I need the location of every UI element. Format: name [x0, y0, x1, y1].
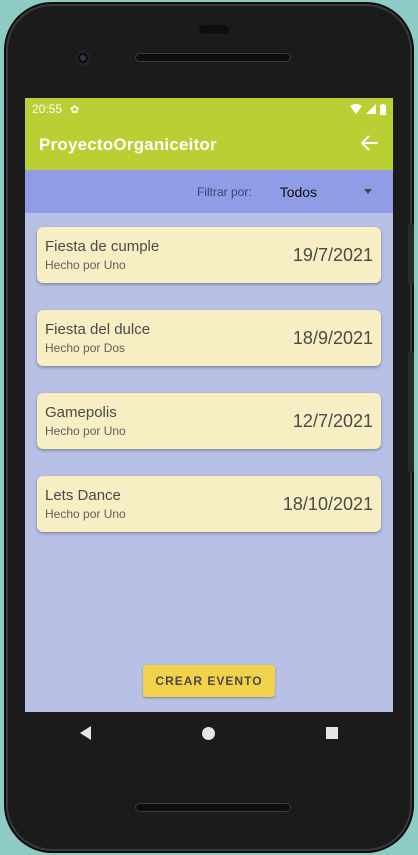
- app-title: ProyectoOrganiceitor: [39, 135, 217, 154]
- arrow-back-icon[interactable]: [360, 134, 379, 157]
- event-date: 19/7/2021: [292, 244, 373, 265]
- event-name: Gamepolis: [45, 404, 117, 421]
- event-author: Hecho por Dos: [45, 341, 126, 355]
- status-icons: [350, 103, 386, 115]
- app-screen: 20:55 ✿ ProyectoOrganiceitor Filtrar por…: [25, 98, 393, 712]
- app-bar: ProyectoOrganiceitor: [25, 120, 393, 170]
- event-card[interactable]: Gamepolis Hecho por Uno 12/7/2021: [37, 393, 381, 449]
- status-bar: 20:55 ✿: [25, 98, 393, 120]
- event-name: Lets Dance: [45, 487, 121, 504]
- sensor: [199, 25, 229, 34]
- dropdown-caret-icon: [363, 189, 372, 194]
- event-card[interactable]: Fiesta de cumple Hecho por Uno 19/7/2021: [37, 227, 381, 283]
- signal-icon: [366, 104, 376, 114]
- event-name: Fiesta del dulce: [45, 321, 151, 338]
- event-author: Hecho por Uno: [45, 424, 126, 438]
- event-name: Fiesta de cumple: [45, 238, 160, 255]
- filter-label: Filtrar por:: [197, 184, 252, 199]
- event-author: Hecho por Uno: [45, 258, 126, 272]
- filter-selected-value: Todos: [279, 183, 318, 200]
- gear-icon: ✿: [70, 103, 80, 116]
- earpiece-speaker: [135, 53, 291, 62]
- bottom-speaker: [135, 803, 291, 812]
- event-date: 12/7/2021: [292, 410, 373, 431]
- nav-home-icon[interactable]: [201, 726, 215, 740]
- nav-back-icon[interactable]: [80, 726, 92, 740]
- system-nav-bar: [25, 712, 393, 754]
- event-list: Fiesta de cumple Hecho por Uno 19/7/2021…: [25, 227, 393, 532]
- event-date: 18/9/2021: [292, 327, 373, 348]
- create-event-button[interactable]: CREAR EVENTO: [143, 665, 275, 697]
- event-card[interactable]: Lets Dance Hecho por Uno 18/10/2021: [37, 476, 381, 532]
- event-author: Hecho por Uno: [45, 507, 126, 521]
- volume-button: [408, 352, 414, 472]
- nav-recents-icon[interactable]: [325, 727, 338, 739]
- filter-bar: Filtrar por: Todos: [25, 170, 393, 213]
- event-card[interactable]: Fiesta del dulce Hecho por Dos 18/9/2021: [37, 310, 381, 366]
- event-date: 18/10/2021: [282, 493, 373, 514]
- power-button: [408, 224, 414, 284]
- wifi-icon: [350, 104, 362, 114]
- filter-dropdown[interactable]: Todos: [280, 184, 380, 200]
- front-camera: [75, 50, 91, 66]
- status-time: 20:55: [32, 102, 63, 116]
- battery-icon: [380, 103, 386, 115]
